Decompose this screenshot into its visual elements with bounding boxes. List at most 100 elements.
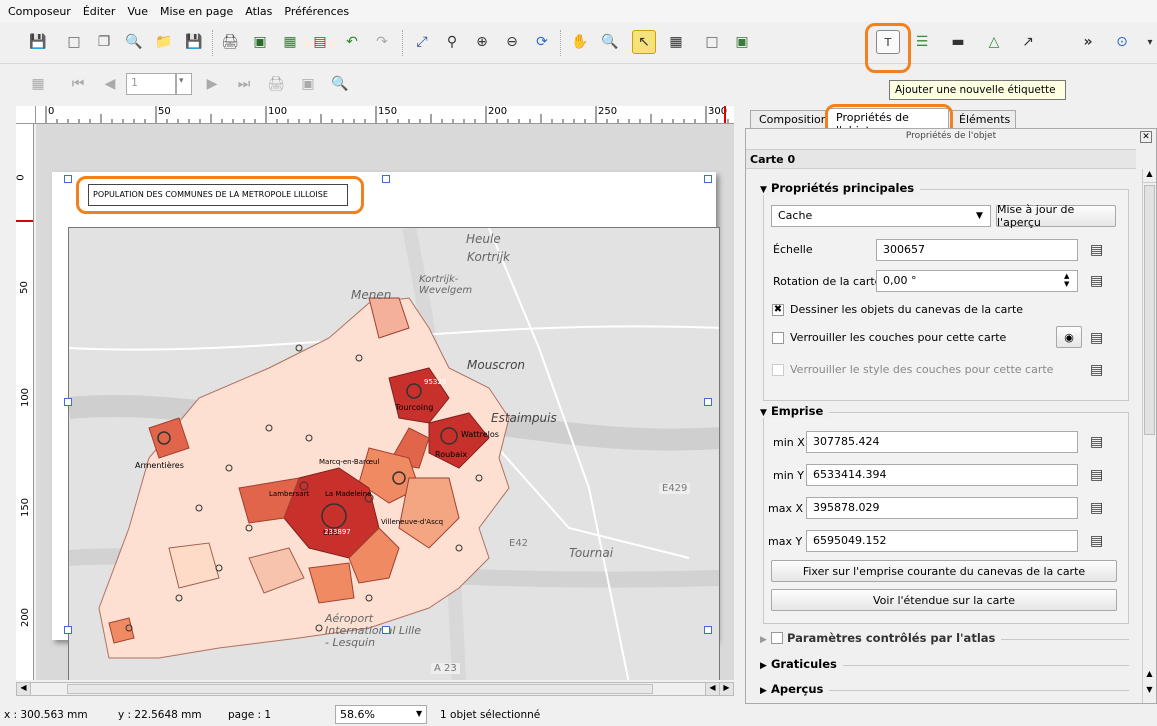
chevron-down-icon[interactable]: ▾ xyxy=(176,73,192,95)
data-defined-override-icon[interactable]: ▤ xyxy=(1090,468,1110,482)
fix-extent-button[interactable]: Fixer sur l'emprise courante du canevas … xyxy=(771,560,1117,582)
panel-scrollbar[interactable]: ▲ ▲ ▼ xyxy=(1142,169,1156,703)
resize-handle[interactable] xyxy=(704,175,712,183)
export-svg-icon[interactable]: ▦ xyxy=(278,30,302,54)
data-defined-override-icon[interactable]: ▤ xyxy=(1090,243,1110,257)
print-icon[interactable]: 🖨 xyxy=(218,30,242,54)
move-content-icon[interactable]: ▦ xyxy=(664,30,688,54)
select-tool-icon[interactable]: ⊙ xyxy=(1110,30,1134,54)
scroll-right-icon[interactable]: ▶ xyxy=(719,683,733,695)
resize-handle[interactable] xyxy=(64,626,72,634)
pan-icon[interactable]: ✋ xyxy=(568,30,592,54)
rotation-field[interactable]: 0,00 ° xyxy=(876,270,1078,292)
chevron-down-icon[interactable]: ▾ xyxy=(1138,30,1157,54)
zoom-full-icon[interactable]: ⤢ xyxy=(410,30,434,54)
atlas-params-checkbox[interactable] xyxy=(770,632,783,644)
open-template-icon[interactable]: 📁 xyxy=(152,30,176,54)
atlas-settings-icon[interactable]: 🔍 xyxy=(328,72,352,96)
redo-icon[interactable]: ↷ xyxy=(370,30,394,54)
last-feature-icon[interactable]: ⏭ xyxy=(232,72,256,96)
map-item[interactable]: Heule Kortrijk Menen Kortrijk-Wevelgem M… xyxy=(68,227,720,680)
save-icon[interactable]: 💾 xyxy=(26,30,50,54)
add-map-icon[interactable]: □ xyxy=(700,30,724,54)
refresh-icon[interactable]: ⟳ xyxy=(530,30,554,54)
update-preview-button[interactable]: Mise à jour de l'aperçu xyxy=(996,203,1116,229)
cache-select[interactable]: Cache xyxy=(771,205,991,227)
scroll-up-icon[interactable]: ▲ xyxy=(1143,169,1156,183)
minx-field[interactable]: 307785.424 xyxy=(806,431,1078,453)
scroll-left-icon[interactable]: ◀ xyxy=(705,683,719,695)
toolbar-overflow-icon[interactable]: » xyxy=(1076,30,1100,54)
resize-handle[interactable] xyxy=(704,398,712,406)
next-feature-icon[interactable]: ▶ xyxy=(200,72,224,96)
lock-layers-checkbox[interactable] xyxy=(772,332,784,344)
maxx-field[interactable]: 395878.029 xyxy=(806,497,1078,519)
zoom-tool-icon[interactable]: 🔍 xyxy=(598,30,622,54)
menu-mise-en-page[interactable]: Mise en page xyxy=(160,5,233,18)
resize-handle[interactable] xyxy=(64,175,72,183)
add-scalebar-icon[interactable]: ▬ xyxy=(946,30,970,54)
draw-canvas-checkbox[interactable]: ✖ xyxy=(772,304,784,316)
scrollbar-thumb[interactable] xyxy=(1144,185,1155,435)
tab-composition[interactable]: Composition xyxy=(750,110,828,130)
graticules-header[interactable]: ▶ Graticules xyxy=(760,657,843,671)
zoom-select[interactable]: 58.6% xyxy=(335,705,427,724)
tab-items[interactable]: Éléments xyxy=(950,110,1016,130)
data-defined-override-icon[interactable]: ▤ xyxy=(1090,534,1110,548)
add-shape-icon[interactable]: △ xyxy=(982,30,1006,54)
menu-composeur[interactable]: Composeur xyxy=(8,5,71,18)
composer-manager-icon[interactable]: 🔍 xyxy=(122,30,146,54)
resize-handle[interactable] xyxy=(704,626,712,634)
scrollbar-thumb[interactable] xyxy=(67,684,653,694)
scroll-up-icon[interactable]: ▲ xyxy=(1143,669,1156,683)
data-defined-override-icon[interactable]: ▤ xyxy=(1090,501,1110,515)
data-defined-override-icon[interactable]: ▤ xyxy=(1090,435,1110,449)
duplicate-composer-icon[interactable]: ❐ xyxy=(92,30,116,54)
resize-handle[interactable] xyxy=(382,175,390,183)
atlas-preview-icon[interactable]: ▦ xyxy=(26,72,50,96)
add-legend-icon[interactable]: ☰ xyxy=(910,30,934,54)
menu-editer[interactable]: Éditer xyxy=(83,5,116,18)
resize-handle[interactable] xyxy=(64,398,72,406)
lock-styles-checkbox[interactable] xyxy=(772,364,784,376)
add-image-icon[interactable]: ▣ xyxy=(730,30,754,54)
first-feature-icon[interactable]: ⏮ xyxy=(66,72,90,96)
export-image-icon[interactable]: ▣ xyxy=(248,30,272,54)
data-defined-override-icon[interactable]: ▤ xyxy=(1090,331,1110,345)
population-badge: 95329 xyxy=(424,378,447,386)
add-arrow-icon[interactable]: ↗ xyxy=(1016,30,1040,54)
composer-canvas[interactable]: Heule Kortrijk Menen Kortrijk-Wevelgem M… xyxy=(36,124,734,680)
maxy-field[interactable]: 6595049.152 xyxy=(806,530,1078,552)
scroll-down-icon[interactable]: ▼ xyxy=(1143,685,1156,699)
zoom-actual-icon[interactable]: ⚲ xyxy=(440,30,464,54)
view-extent-button[interactable]: Voir l'étendue sur la carte xyxy=(771,589,1117,611)
select-move-icon[interactable]: ↖ xyxy=(632,30,656,54)
data-defined-override-icon[interactable]: ▤ xyxy=(1090,274,1110,288)
zoom-out-icon[interactable]: ⊖ xyxy=(500,30,524,54)
atlas-page-input[interactable]: 1 xyxy=(126,73,176,95)
spinner-icon[interactable]: ▲ ▼ xyxy=(1064,272,1069,288)
new-composer-icon[interactable]: □ xyxy=(62,30,86,54)
zoom-in-icon[interactable]: ⊕ xyxy=(470,30,494,54)
menu-atlas[interactable]: Atlas xyxy=(245,5,272,18)
data-defined-override-icon[interactable]: ▤ xyxy=(1090,363,1110,377)
extent-header[interactable]: ▼ Emprise xyxy=(760,404,830,418)
menu-vue[interactable]: Vue xyxy=(127,5,148,18)
previous-feature-icon[interactable]: ◀ xyxy=(98,72,122,96)
scale-field[interactable]: 300657 xyxy=(876,239,1078,261)
miny-field[interactable]: 6533414.394 xyxy=(806,464,1078,486)
export-pdf-icon[interactable]: ▤ xyxy=(308,30,332,54)
horizontal-scrollbar[interactable]: ◀ ◀ ▶ xyxy=(16,682,734,696)
close-icon[interactable]: ✕ xyxy=(1140,131,1152,143)
eye-icon[interactable]: ◉ xyxy=(1056,326,1082,348)
atlas-params-header[interactable]: ▶ Paramètres contrôlés par l'atlas xyxy=(760,631,1002,645)
menu-preferences[interactable]: Préférences xyxy=(284,5,349,18)
undo-icon[interactable]: ↶ xyxy=(340,30,364,54)
save-template-icon[interactable]: 💾 xyxy=(182,30,206,54)
overviews-header[interactable]: ▶ Aperçus xyxy=(760,682,830,696)
print-atlas-icon[interactable]: 🖨 xyxy=(264,72,288,96)
export-atlas-icon[interactable]: ▣ xyxy=(296,72,320,96)
scroll-left-icon[interactable]: ◀ xyxy=(17,683,31,695)
main-properties-header[interactable]: ▼ Propriétés principales xyxy=(760,181,921,195)
resize-handle[interactable] xyxy=(382,626,390,634)
